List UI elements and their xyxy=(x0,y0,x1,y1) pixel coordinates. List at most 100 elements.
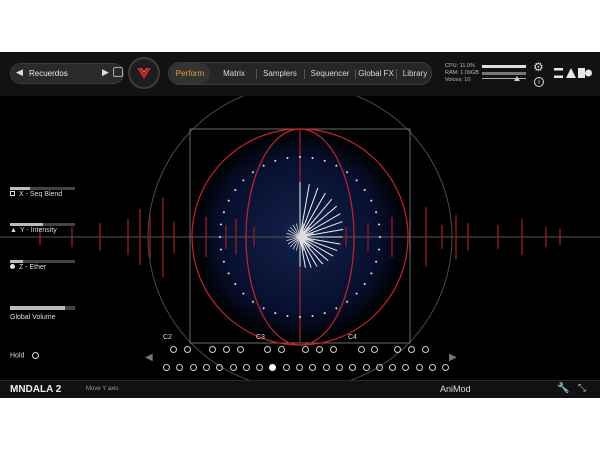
product-name: MNDALA 2 xyxy=(10,384,62,395)
step-dot xyxy=(262,307,265,310)
note-key[interactable] xyxy=(184,346,191,353)
note-key[interactable] xyxy=(408,346,415,353)
preset-name: Recuerdos xyxy=(29,69,68,78)
tab-sequencer[interactable]: Sequencer xyxy=(306,63,354,84)
cpu-readout: CPU: 11.0% xyxy=(445,63,475,69)
note-key[interactable] xyxy=(362,364,370,371)
mndala-logo xyxy=(128,57,160,89)
step-dot xyxy=(323,312,326,315)
step-dot xyxy=(375,211,378,214)
global-volume-slider[interactable] xyxy=(10,306,75,310)
ram-readout: RAM: 1.09GB xyxy=(445,70,479,76)
step-dot xyxy=(311,315,314,318)
tab-divider xyxy=(355,69,356,79)
step-dot xyxy=(227,272,230,275)
note-key[interactable] xyxy=(278,346,285,353)
note-key[interactable] xyxy=(375,364,383,371)
hold-control[interactable]: Hold xyxy=(10,352,40,359)
x-control[interactable]: X - Seq Blend xyxy=(10,187,75,198)
step-dot xyxy=(219,223,222,226)
tab-bar: Perform Matrix Samplers Sequencer Global… xyxy=(168,62,432,85)
note-key[interactable] xyxy=(302,346,309,353)
note-key[interactable] xyxy=(223,346,230,353)
y-label: Y - Intensity xyxy=(19,227,57,234)
note-key[interactable] xyxy=(237,346,244,353)
note-label-c3: C3 xyxy=(256,334,265,341)
note-key[interactable] xyxy=(282,364,290,371)
note-key[interactable] xyxy=(330,346,337,353)
step-dot xyxy=(355,179,358,182)
step-dot xyxy=(222,211,225,214)
z-control[interactable]: Z - Ether xyxy=(10,260,75,271)
note-key[interactable] xyxy=(202,364,210,371)
company-name: AniMod xyxy=(440,384,471,394)
footer-bar: MNDALA 2 Move Y axis AniMod 🔧 ⤡ xyxy=(0,380,600,398)
step-dot xyxy=(378,223,381,226)
note-key[interactable] xyxy=(371,346,378,353)
preset-selector[interactable]: ◀ Recuerdos ▶ xyxy=(10,63,124,84)
octave-down-button[interactable]: ◀ xyxy=(145,352,153,363)
note-key[interactable] xyxy=(415,364,423,371)
note-key[interactable] xyxy=(209,346,216,353)
gear-icon[interactable]: ⚙ xyxy=(533,60,544,74)
hold-toggle[interactable] xyxy=(32,352,40,359)
note-key[interactable] xyxy=(394,346,401,353)
note-key[interactable] xyxy=(316,346,323,353)
step-dot xyxy=(335,307,338,310)
note-key[interactable] xyxy=(264,346,271,353)
tab-divider xyxy=(396,69,397,79)
step-dot xyxy=(363,188,366,191)
step-dot xyxy=(375,260,378,263)
step-dot xyxy=(378,248,381,251)
save-icon[interactable] xyxy=(113,67,123,77)
global-volume-control[interactable]: Global Volume xyxy=(10,306,75,321)
resize-icon[interactable]: ⤡ xyxy=(578,383,586,394)
note-key[interactable] xyxy=(242,364,250,371)
info-icon[interactable]: i xyxy=(534,77,544,87)
step-dot xyxy=(370,272,373,275)
wrench-icon[interactable]: 🔧 xyxy=(557,383,569,394)
top-bar: ◀ Recuerdos ▶ Perform Matrix Samplers Se… xyxy=(0,52,600,96)
note-key[interactable] xyxy=(335,364,343,371)
note-key[interactable] xyxy=(296,364,303,371)
app-window: ◀ Recuerdos ▶ Perform Matrix Samplers Se… xyxy=(0,52,600,398)
step-dot xyxy=(219,248,222,251)
tab-divider xyxy=(304,69,305,79)
y-slider[interactable] xyxy=(10,223,75,226)
y-control[interactable]: ▲ Y - Intensity xyxy=(10,223,75,234)
step-dot xyxy=(355,292,358,295)
hint-text: Move Y axis xyxy=(86,386,119,392)
previous-preset-button[interactable]: ◀ xyxy=(16,67,23,78)
meter-marker-icon xyxy=(514,76,520,81)
tab-perform[interactable]: Perform xyxy=(170,63,210,84)
note-key[interactable] xyxy=(229,364,237,371)
xy-pad[interactable] xyxy=(0,96,600,380)
octave-up-button[interactable]: ▶ xyxy=(449,352,457,363)
tab-global-fx[interactable]: Global FX xyxy=(357,63,395,84)
tab-matrix[interactable]: Matrix xyxy=(214,63,254,84)
x-label: X - Seq Blend xyxy=(19,191,63,198)
tab-library[interactable]: Library xyxy=(398,63,432,84)
z-label: Z - Ether xyxy=(19,264,47,271)
note-key[interactable] xyxy=(422,346,429,353)
note-key[interactable] xyxy=(163,364,170,371)
step-dot xyxy=(370,199,373,202)
note-key[interactable] xyxy=(189,364,197,371)
system-stats: CPU: 11.0% RAM: 1.09GB Voices: 10 xyxy=(445,63,479,84)
note-key[interactable] xyxy=(322,364,330,371)
step-dot xyxy=(234,283,237,286)
step-dot xyxy=(335,164,338,167)
x-slider[interactable] xyxy=(10,187,75,190)
next-preset-button[interactable]: ▶ xyxy=(102,67,109,78)
step-dot xyxy=(299,316,301,318)
tab-samplers[interactable]: Samplers xyxy=(258,63,302,84)
note-key[interactable] xyxy=(358,346,365,353)
step-dot xyxy=(242,179,245,182)
step-dot xyxy=(363,283,366,286)
animod-brand-icon xyxy=(554,68,592,78)
step-dot xyxy=(234,188,237,191)
note-key[interactable] xyxy=(170,346,177,353)
note-key[interactable] xyxy=(429,364,436,371)
z-slider[interactable] xyxy=(10,260,75,263)
step-dot xyxy=(262,164,265,167)
